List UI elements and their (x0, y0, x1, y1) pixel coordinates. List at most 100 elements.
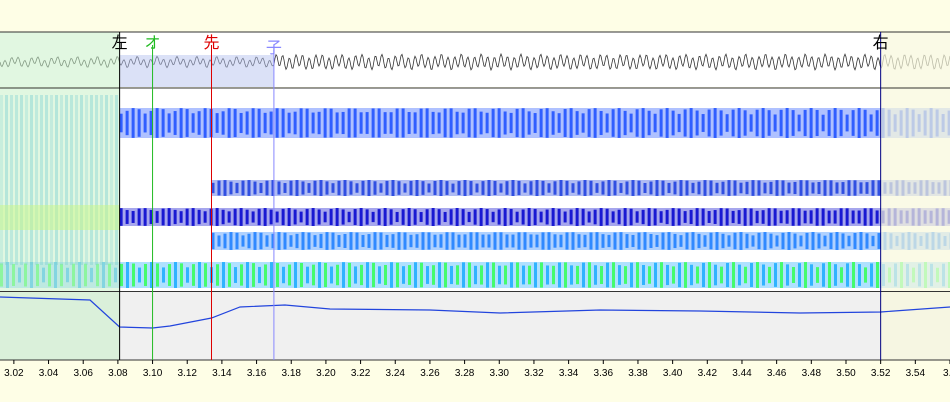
spectrogram-striation (443, 211, 447, 223)
spectrogram-striation (720, 266, 723, 284)
spectrogram-striation (611, 109, 615, 137)
spectrogram-striation (851, 210, 855, 224)
marker-label-shi[interactable]: 子 (266, 38, 282, 57)
spectrogram-striation (192, 264, 195, 286)
spectrogram-striation (785, 108, 789, 138)
spectrogram-striation (725, 114, 729, 132)
spectrogram-striation (504, 265, 507, 285)
spectrogram-striation (587, 109, 591, 137)
spectrogram-striation (365, 112, 369, 134)
spectrogram-striation (575, 208, 579, 226)
spectrogram-striation (479, 111, 483, 135)
spectrogram-striation (293, 111, 297, 135)
marker-label-right[interactable]: 右 (873, 33, 889, 52)
spectrogram-striation (233, 208, 237, 226)
marker-label-o[interactable]: オ (145, 33, 161, 52)
spectrogram-striation (409, 234, 413, 248)
marker-label-left[interactable]: 左 (112, 33, 128, 52)
spectrogram-striation (287, 208, 291, 226)
spectrogram-striation (732, 262, 735, 288)
spectrogram-striation (756, 262, 759, 288)
spectrogram-striation (252, 263, 255, 287)
speech-analysis-panel[interactable]: 左 オ 先 子 右 3.02 3.04 3.06 3.08 3.10 3.12 3.14 3.… (0, 0, 950, 402)
spectrogram-striation (617, 209, 621, 225)
spectrogram-striation (719, 110, 723, 136)
spectrogram-striation (265, 180, 269, 196)
spectrogram-striation (737, 108, 741, 138)
spectrogram-striation (649, 234, 653, 248)
spectrogram-striation (869, 208, 873, 226)
spectrogram-striation (503, 208, 507, 226)
spectrogram-striation (294, 262, 297, 288)
spectrogram-striation (341, 209, 345, 225)
spectrogram-striation (395, 211, 399, 223)
spectrogram-striation (630, 262, 633, 288)
spectrogram-striation (331, 183, 335, 193)
spectrogram-striation (468, 262, 471, 288)
spectrogram-striation (359, 112, 363, 134)
spectrogram-striation (769, 233, 773, 249)
spectrogram-striation (564, 262, 567, 288)
spectrogram-striation (870, 263, 873, 287)
spectrogram-striation (444, 262, 447, 288)
time-axis: 3.02 3.04 3.06 3.08 3.10 3.12 3.14 3.16 3.18 3.20… (4, 360, 950, 379)
spectrogram-striation (624, 266, 627, 284)
spectrogram-striation (833, 210, 837, 224)
spectrogram-striation (367, 180, 371, 196)
time-tick-label: 3.46 (767, 368, 787, 379)
spectrogram-striation (335, 208, 339, 226)
spectrogram-striation (660, 262, 663, 288)
spectrogram-striation (509, 112, 513, 134)
spectrogram-striation (781, 180, 785, 196)
spectrogram-striation (277, 181, 281, 195)
spectrogram-striation (673, 233, 677, 249)
spectrogram-striation (505, 234, 509, 248)
spectrogram-striation (667, 182, 671, 194)
spectrogram-striation (343, 234, 347, 248)
spectrogram-striation (781, 232, 785, 250)
spectrogram-striation (551, 111, 555, 135)
spectrogram-striation (539, 211, 543, 223)
spectrogram-striation (383, 112, 387, 134)
spectrogram-striation (391, 234, 395, 248)
pitch-area[interactable] (0, 292, 950, 360)
spectrogram-striation (601, 234, 605, 248)
spectrogram-striation (697, 233, 701, 249)
spectrogram-striation (221, 111, 225, 135)
spectrogram-striation (251, 211, 255, 223)
spectrogram-striation (749, 208, 753, 226)
spectrogram-striation (456, 265, 459, 285)
spectrogram-striation (827, 110, 831, 136)
spectrogram-striation (607, 234, 611, 248)
spectrogram-striation (185, 208, 189, 226)
spectrogram-striation (877, 233, 881, 249)
spectrogram-striation (384, 264, 387, 286)
spectrogram-striation (553, 181, 557, 195)
spectrogram-striation (427, 232, 431, 250)
spectrogram-striation (637, 232, 641, 250)
spectrogram-striation (143, 113, 147, 133)
spectrogram-striation (481, 181, 485, 195)
spectrogram-striation (721, 233, 725, 249)
spectrogram-striation (599, 208, 603, 226)
spectrogram-striation (401, 108, 405, 138)
marker-label-sen[interactable]: 先 (203, 33, 219, 52)
spectrogram-striation (138, 267, 141, 283)
spectrogram-striation (247, 180, 251, 196)
spectrogram-striation (779, 109, 783, 137)
spectrogram-striation (437, 209, 441, 225)
spectrogram-striation (851, 110, 855, 136)
spectrogram-striation (643, 232, 647, 250)
spectrogram-striation (547, 183, 551, 193)
spectrogram-striation (245, 111, 249, 135)
spectrogram-striation (517, 180, 521, 196)
spectrogram-striation (379, 232, 383, 250)
spectrogram-striation (479, 208, 483, 226)
spectrogram-striation (443, 108, 447, 138)
spectrogram-striation (515, 211, 519, 223)
spectrogram-striation (817, 233, 821, 249)
spectrogram-striation (733, 180, 737, 196)
spectrogram-striation (474, 265, 477, 285)
spectrogram-striation (295, 233, 299, 249)
spectrogram-striation (341, 111, 345, 135)
